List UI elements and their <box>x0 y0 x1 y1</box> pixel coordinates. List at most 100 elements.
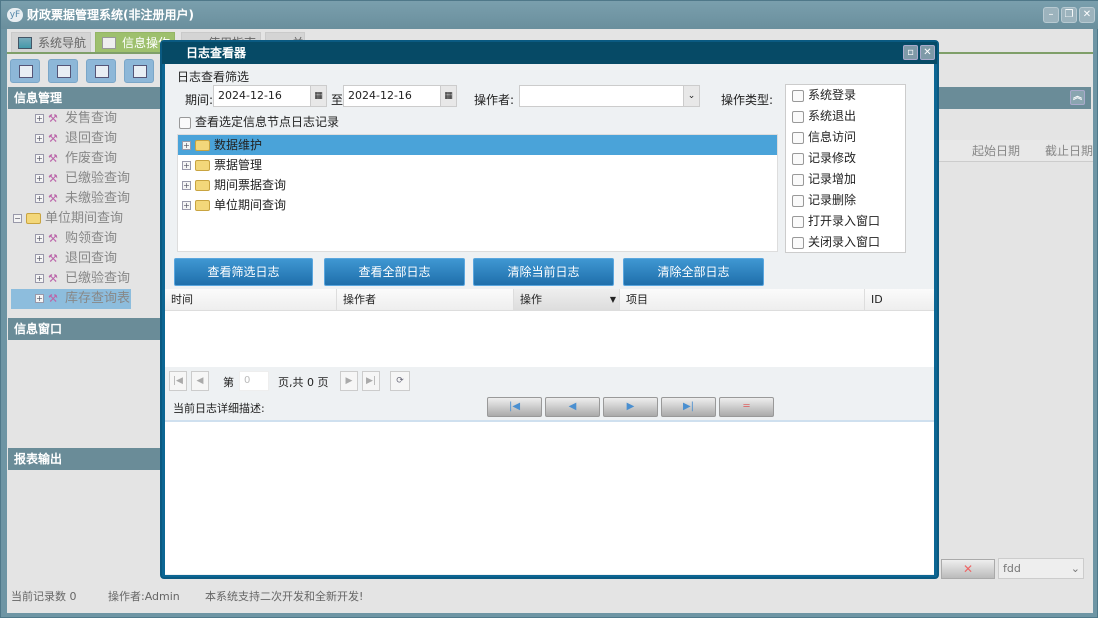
checkbox[interactable] <box>792 173 804 186</box>
expand-icon[interactable]: + <box>182 161 191 170</box>
sort-dropdown-icon[interactable]: ▼ <box>610 289 616 311</box>
status-bar: 当前记录数 0 操作者:Admin 本系统支持二次开发和全新开发! <box>7 586 1093 608</box>
last-record-button[interactable]: ▶| <box>661 397 716 417</box>
log-tree-item[interactable]: + 期间票据查询 <box>178 175 777 195</box>
checkbox[interactable] <box>792 215 804 228</box>
collapse-icon[interactable]: ︽ <box>1070 90 1085 105</box>
col-operation[interactable]: 操作 ▼ <box>514 289 620 311</box>
delete-button[interactable]: ✕ <box>941 559 995 579</box>
checkbox[interactable] <box>792 194 804 207</box>
nav-tree-item[interactable]: + ⚒ 已缴验查询 <box>7 169 161 189</box>
dialog-close-button[interactable]: ✕ <box>920 45 935 60</box>
op-type-checkbox[interactable]: 系统登录 <box>786 85 905 106</box>
list-icon <box>57 65 71 78</box>
col-time[interactable]: 时间 <box>165 289 337 311</box>
chevron-down-icon: ⌄ <box>1070 562 1080 575</box>
calendar-icon[interactable]: ▦ <box>310 86 326 106</box>
minimize-button[interactable]: – <box>1043 7 1059 23</box>
dialog-body: 日志查看筛选 期间: 2024-12-16 ▦ 至 2024-12-16 ▦ 操作者… <box>165 64 934 575</box>
prev-page-button[interactable]: ◀ <box>191 371 209 391</box>
checkbox[interactable] <box>792 131 804 144</box>
col-item[interactable]: 项目 <box>620 289 865 311</box>
expand-icon[interactable]: + <box>182 141 191 150</box>
log-tree-item[interactable]: + 单位期间查询 <box>178 195 777 215</box>
collapse-record-button[interactable]: ═ <box>719 397 774 417</box>
user-tool-button[interactable] <box>124 59 154 83</box>
date-to-field[interactable]: 2024-12-16 ▦ <box>343 85 457 107</box>
last-page-button[interactable]: ▶| <box>362 371 380 391</box>
log-tree-item[interactable]: + 数据维护 <box>178 135 777 155</box>
expand-icon[interactable]: + <box>35 114 44 123</box>
collapse-icon[interactable]: − <box>13 214 22 223</box>
nav-tree-item[interactable]: + ⚒ 购领查询 <box>7 229 161 249</box>
expand-icon[interactable]: + <box>35 174 44 183</box>
dialog-title: 日志查看器 <box>162 42 937 64</box>
checkbox[interactable] <box>792 236 804 249</box>
op-type-checkbox[interactable]: 系统退出 <box>786 106 905 127</box>
checkbox[interactable] <box>792 110 804 123</box>
to-label: 至 <box>331 93 344 107</box>
op-type-checkbox[interactable]: 信息访问 <box>786 127 905 148</box>
list-tool-button[interactable] <box>48 59 78 83</box>
info-window-header: 信息窗口 <box>8 318 161 340</box>
clear-current-logs-button[interactable]: 清除当前日志 <box>473 258 614 286</box>
col-operator[interactable]: 操作者 <box>337 289 514 311</box>
record-count: 当前记录数 0 <box>11 590 77 603</box>
expand-icon[interactable]: + <box>35 254 44 263</box>
op-type-checkbox[interactable]: 记录删除 <box>786 190 905 211</box>
nav-tree-label: 购领查询 <box>65 231 118 246</box>
next-record-button[interactable]: ▶ <box>603 397 658 417</box>
calendar-icon[interactable]: ▦ <box>440 86 456 106</box>
nav-tree-item[interactable]: + ⚒ 退回查询 <box>7 129 161 149</box>
expand-icon[interactable]: + <box>35 294 44 303</box>
nav-tree-item[interactable]: + ⚒ 已缴验查询 <box>7 269 161 289</box>
search-tool-button[interactable] <box>10 59 40 83</box>
nav-tree-label: 未缴验查询 <box>65 191 131 206</box>
tab-system-nav[interactable]: 系统导航 <box>11 32 91 54</box>
prev-record-button[interactable]: ◀ <box>545 397 600 417</box>
page-input[interactable]: 0 <box>239 371 269 391</box>
col-id[interactable]: ID <box>865 289 934 311</box>
refresh-icon[interactable]: ⟳ <box>390 371 410 391</box>
op-type-checkbox[interactable]: 关闭录入窗口 <box>786 232 905 253</box>
operator-select[interactable]: ⌄ <box>519 85 700 107</box>
document-tool-button[interactable] <box>86 59 116 83</box>
op-type-checkbox[interactable]: 打开录入窗口 <box>786 211 905 232</box>
view-all-logs-button[interactable]: 查看全部日志 <box>324 258 465 286</box>
nav-tree-item[interactable]: + ⚒ 退回查询 <box>7 249 161 269</box>
close-button[interactable]: ✕ <box>1079 7 1095 23</box>
op-type-checkbox[interactable]: 记录修改 <box>786 148 905 169</box>
checkbox[interactable] <box>179 116 191 129</box>
dialog-maximize-button[interactable]: ▫ <box>903 45 918 60</box>
view-filtered-logs-button[interactable]: 查看筛选日志 <box>174 258 313 286</box>
node-log-checkbox[interactable]: 查看选定信息节点日志记录 <box>179 113 339 130</box>
nav-tree-item[interactable]: − 单位期间查询 <box>7 209 161 229</box>
checkbox[interactable] <box>792 152 804 165</box>
log-description-area[interactable] <box>165 420 934 574</box>
nav-tree-item[interactable]: + ⚒ 发售查询 <box>7 109 161 129</box>
date-from-field[interactable]: 2024-12-16 ▦ <box>213 85 327 107</box>
nav-tree-item[interactable]: + ⚒ 作废查询 <box>7 149 161 169</box>
col-start-date[interactable]: 起始日期 <box>972 140 1020 162</box>
checkbox[interactable] <box>792 89 804 102</box>
expand-icon[interactable]: + <box>35 194 44 203</box>
restore-button[interactable]: ❐ <box>1061 7 1077 23</box>
clear-all-logs-button[interactable]: 清除全部日志 <box>623 258 764 286</box>
col-end-date[interactable]: 截止日期 <box>1045 140 1093 162</box>
expand-icon[interactable]: + <box>182 181 191 190</box>
first-page-button[interactable]: |◀ <box>169 371 187 391</box>
log-tree-item[interactable]: + 票据管理 <box>178 155 777 175</box>
expand-icon[interactable]: + <box>35 274 44 283</box>
filter-select[interactable]: fdd ⌄ <box>998 558 1084 579</box>
expand-icon[interactable]: + <box>35 154 44 163</box>
expand-icon[interactable]: + <box>182 201 191 210</box>
log-tree-label: 单位期间查询 <box>214 198 287 212</box>
nav-tree-item[interactable]: + ⚒ 未缴验查询 <box>7 189 161 209</box>
expand-icon[interactable]: + <box>35 134 44 143</box>
nav-tree-label: 发售查询 <box>65 111 118 126</box>
first-record-button[interactable]: |◀ <box>487 397 542 417</box>
expand-icon[interactable]: + <box>35 234 44 243</box>
next-page-button[interactable]: ▶ <box>340 371 358 391</box>
op-type-checkbox[interactable]: 记录增加 <box>786 169 905 190</box>
nav-tree-item[interactable]: + ⚒ 库存查询表 <box>11 289 131 309</box>
